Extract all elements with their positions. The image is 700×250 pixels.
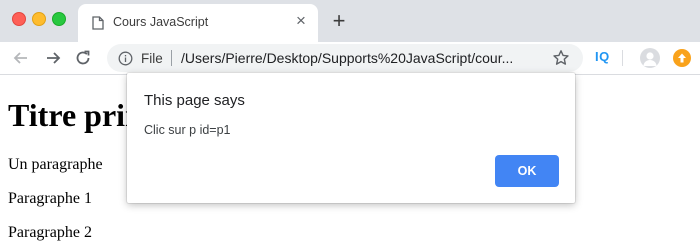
tab-close-icon[interactable]: × bbox=[293, 12, 309, 29]
back-arrow-icon[interactable] bbox=[11, 48, 31, 68]
paragraph-p2[interactable]: Paragraphe 2 bbox=[8, 224, 92, 242]
dialog-message: Clic sur p id=p1 bbox=[144, 123, 231, 137]
ok-button[interactable]: OK bbox=[495, 155, 559, 187]
window-maximize-button[interactable] bbox=[52, 12, 66, 26]
address-bar[interactable]: File /Users/Pierre/Desktop/Supports%20Ja… bbox=[107, 44, 583, 72]
reload-icon[interactable] bbox=[73, 48, 93, 68]
window-minimize-button[interactable] bbox=[32, 12, 46, 26]
paragraph[interactable]: Un paragraphe bbox=[8, 156, 103, 174]
toolbar-divider bbox=[622, 50, 623, 66]
tab-cours-javascript[interactable]: Cours JavaScript × bbox=[78, 4, 318, 42]
paragraph-p1[interactable]: Paragraphe 1 bbox=[8, 190, 92, 208]
info-icon[interactable] bbox=[118, 51, 133, 71]
avatar-icon[interactable] bbox=[640, 48, 660, 68]
new-tab-button[interactable]: + bbox=[328, 10, 350, 32]
dialog-title: This page says bbox=[144, 92, 245, 109]
iq-extension-icon[interactable]: IQ bbox=[595, 49, 610, 64]
omnibox-divider bbox=[171, 50, 172, 66]
forward-arrow-icon[interactable] bbox=[43, 48, 63, 68]
toolbar: File /Users/Pierre/Desktop/Supports%20Ja… bbox=[0, 42, 700, 75]
tab-title: Cours JavaScript bbox=[113, 15, 209, 29]
document-icon bbox=[92, 16, 104, 35]
scheme-label: File bbox=[141, 51, 163, 66]
update-icon[interactable] bbox=[673, 49, 691, 67]
window-close-button[interactable] bbox=[12, 12, 26, 26]
alert-dialog: This page says Clic sur p id=p1 OK bbox=[127, 73, 575, 203]
star-icon[interactable] bbox=[552, 49, 570, 72]
url-text[interactable]: /Users/Pierre/Desktop/Supports%20JavaScr… bbox=[181, 50, 513, 66]
tab-strip: Cours JavaScript × + bbox=[0, 0, 700, 42]
